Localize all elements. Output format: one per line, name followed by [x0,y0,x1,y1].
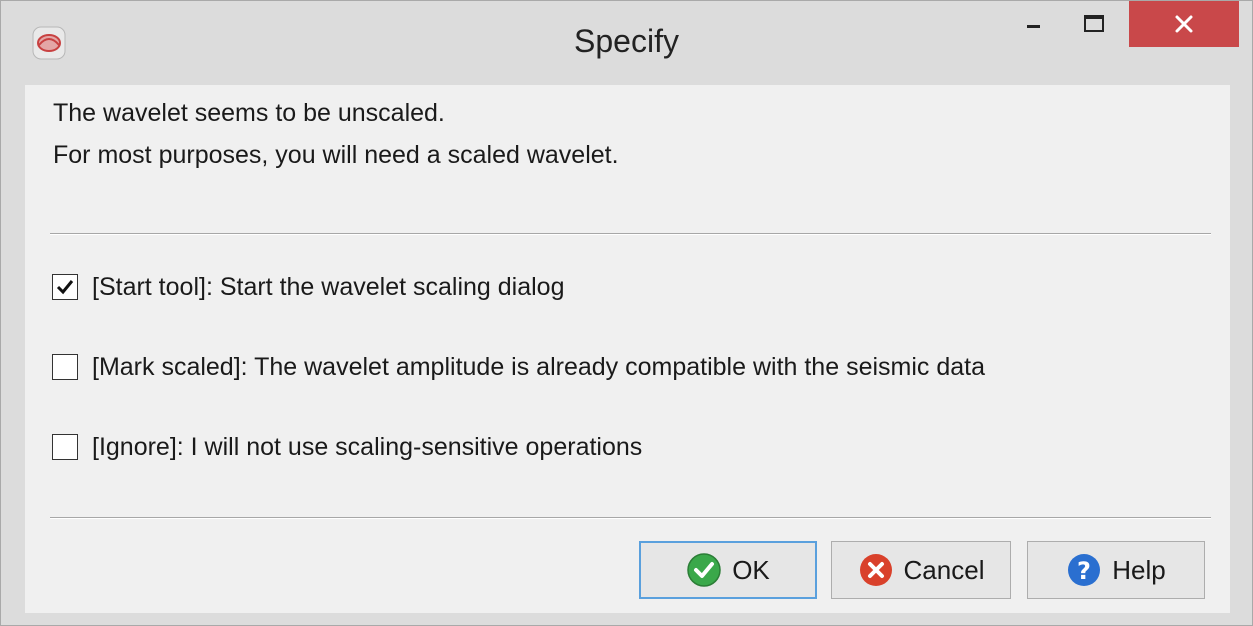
start-tool-checkbox[interactable] [52,274,78,300]
check-circle-icon [687,553,721,587]
mark-scaled-label: [Mark scaled]: The wavelet amplitude is … [92,352,986,381]
option-ignore[interactable]: [Ignore]: I will not use scaling-sensiti… [52,431,642,463]
mark-scaled-checkbox[interactable] [52,354,78,380]
close-button[interactable] [1129,1,1239,47]
start-tool-label: [Start tool]: Start the wavelet scaling … [92,272,565,301]
option-start-tool[interactable]: [Start tool]: Start the wavelet scaling … [52,271,564,303]
option-mark-scaled[interactable]: [Mark scaled]: The wavelet amplitude is … [52,351,985,383]
message-line-2: For most purposes, you will need a scale… [53,141,619,169]
bottom-separator [50,517,1211,519]
close-icon [1175,15,1193,33]
minimize-button[interactable] [1014,1,1054,47]
svg-text:?: ? [1077,557,1091,585]
dialog-content: The wavelet seems to be unscaled. For mo… [25,85,1230,613]
maximize-button[interactable] [1069,1,1119,47]
ok-button[interactable]: OK [639,541,817,599]
ignore-checkbox[interactable] [52,434,78,460]
help-label: Help [1112,554,1166,585]
window-title: Specify [574,23,679,59]
checkmark-icon [56,280,74,295]
specify-dialog: Specify The wavelet seems to be unscaled… [0,0,1253,626]
ok-label: OK [732,554,770,585]
help-button[interactable]: ? Help [1027,541,1205,599]
cancel-button[interactable]: Cancel [831,541,1011,599]
message-line-1: The wavelet seems to be unscaled. [53,99,445,127]
cancel-label: Cancel [903,554,985,585]
x-circle-icon [859,554,892,586]
top-separator [50,233,1211,235]
question-circle-icon: ? [1068,554,1101,586]
title-bar[interactable]: Specify [1,1,1252,85]
maximize-icon [1084,15,1104,32]
ignore-label: [Ignore]: I will not use scaling-sensiti… [92,432,643,461]
minimize-icon [1027,25,1040,28]
